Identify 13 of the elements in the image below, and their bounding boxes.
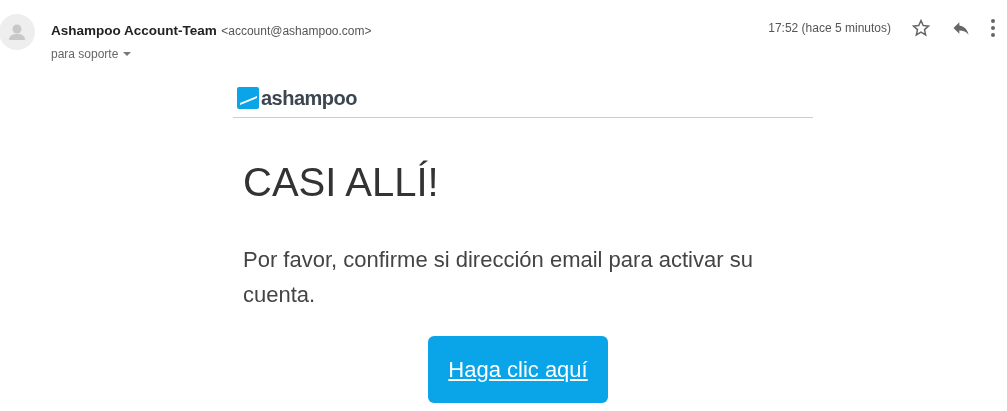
confirm-button[interactable]: Haga clic aquí xyxy=(428,336,608,404)
more-options-icon[interactable] xyxy=(991,19,995,37)
heading: CASI ALLÍ! xyxy=(243,160,440,204)
recipient-text: para soporte xyxy=(51,46,119,63)
sender-email: <account@ashampoo.com> xyxy=(221,24,372,38)
message-text: Por favor, confirme si dirección email para activar su cuenta. xyxy=(243,246,754,310)
timestamp: 17:52 (hace 5 minutos) xyxy=(768,20,891,37)
logo-icon xyxy=(237,87,259,109)
sender-name: Ashampoo Account-Team xyxy=(51,23,217,38)
dropdown-caret-icon[interactable] xyxy=(122,51,133,57)
logo-text: ashampoo xyxy=(261,86,358,111)
star-icon[interactable] xyxy=(911,18,931,38)
avatar-icon xyxy=(0,14,35,50)
